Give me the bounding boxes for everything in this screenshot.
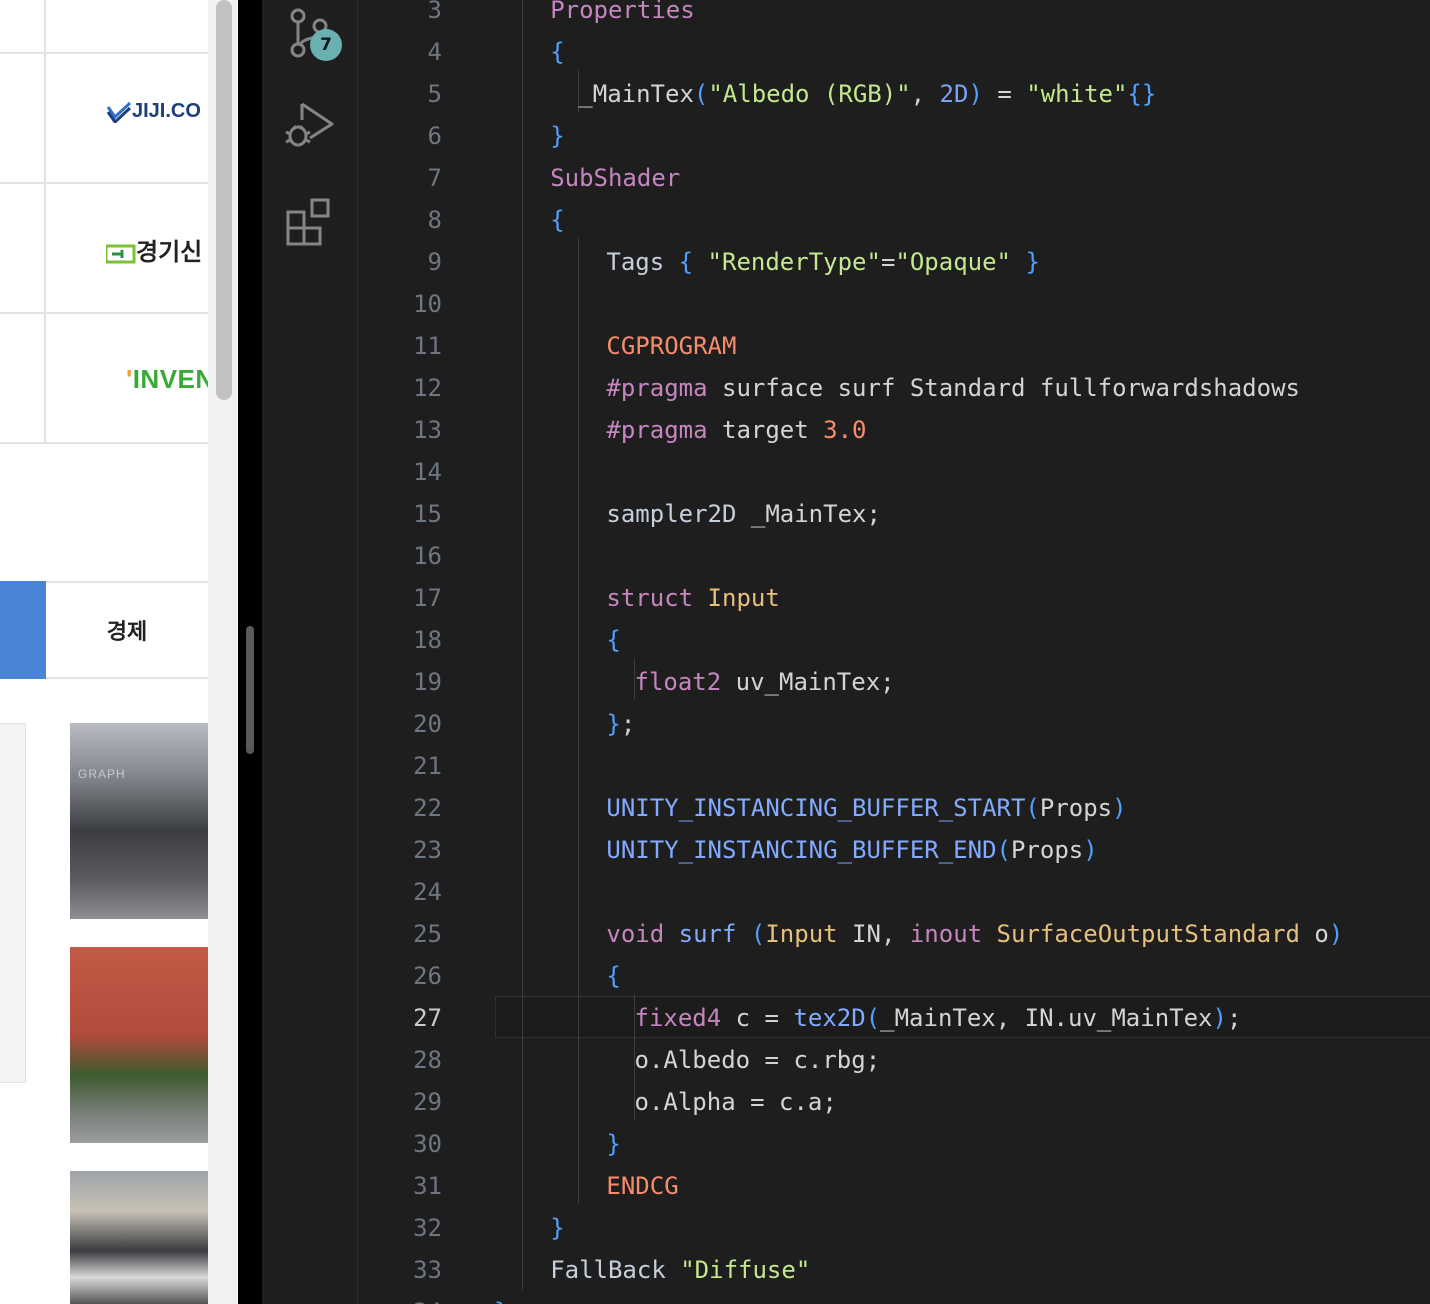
- divider: [0, 312, 208, 314]
- code-line[interactable]: Properties: [550, 0, 695, 31]
- divider: [0, 442, 208, 444]
- line-number: 13: [413, 416, 442, 444]
- code-line[interactable]: o.Alpha = c.a;: [635, 1081, 837, 1123]
- code-line[interactable]: }: [606, 1123, 620, 1165]
- code-line[interactable]: _MainTex("Albedo (RGB)", 2D) = "white"{}: [578, 73, 1156, 115]
- source-control-badge: 7: [310, 29, 342, 61]
- code-line[interactable]: UNITY_INSTANCING_BUFFER_START(Props): [606, 787, 1126, 829]
- gyeonggi-logo-text: 경기신: [136, 239, 203, 266]
- category-tab-active[interactable]: [0, 581, 46, 679]
- extensions-icon[interactable]: [284, 196, 336, 248]
- line-number: 11: [413, 332, 442, 360]
- code-line[interactable]: float2 uv_MainTex;: [635, 661, 895, 703]
- code-line[interactable]: #pragma target 3.0: [606, 409, 866, 451]
- thumbnail-watermark: GRAPH: [78, 767, 126, 781]
- line-number: 18: [413, 626, 442, 654]
- divider: [0, 182, 208, 184]
- news-list-panel: [0, 723, 26, 1083]
- line-number: 20: [413, 710, 442, 738]
- jiji-logo-link[interactable]: JIJI.CO: [106, 100, 208, 123]
- line-number: 16: [413, 542, 442, 570]
- run-debug-icon[interactable]: [284, 98, 336, 150]
- line-number: 14: [413, 458, 442, 486]
- code-line[interactable]: {: [550, 199, 564, 241]
- line-number: 17: [413, 584, 442, 612]
- code-line[interactable]: struct Input: [606, 577, 779, 619]
- line-number: 5: [427, 80, 442, 108]
- line-number: 10: [413, 290, 442, 318]
- code-line[interactable]: }: [494, 1291, 508, 1304]
- line-number: 25: [413, 920, 442, 948]
- divider: [44, 0, 46, 444]
- line-number: 8: [427, 206, 442, 234]
- news-thumbnail[interactable]: GRAPH: [70, 723, 208, 919]
- line-number: 33: [413, 1256, 442, 1284]
- line-number: 15: [413, 500, 442, 528]
- code-line[interactable]: SubShader: [550, 157, 680, 199]
- activity-bar: [262, 0, 358, 1304]
- line-number: 24: [413, 878, 442, 906]
- line-number: 3: [427, 0, 442, 24]
- jiji-logo-text: JIJI.CO: [132, 100, 201, 122]
- line-number: 12: [413, 374, 442, 402]
- code-line[interactable]: CGPROGRAM: [606, 325, 736, 367]
- line-number: 19: [413, 668, 442, 696]
- code-line[interactable]: {: [606, 619, 620, 661]
- code-editor[interactable]: 3 4 5 6 7 8 9 10 11 12 13 14 15 16 17 18 19 20 21 22 23 24 25 2…: [358, 0, 1430, 1304]
- category-tab-economy[interactable]: 경제: [46, 581, 208, 679]
- line-number: 26: [413, 962, 442, 990]
- code-line[interactable]: {: [606, 955, 620, 997]
- code-line[interactable]: fixed4 c = tex2D(_MainTex, IN.uv_MainTex…: [635, 997, 1242, 1039]
- browser-pane: JIJI.CO 경기신 'INVEN 경제 GRAPH: [0, 0, 238, 1304]
- line-number: 27: [413, 1004, 442, 1032]
- line-number: 7: [427, 164, 442, 192]
- line-number: 29: [413, 1088, 442, 1116]
- line-number: 32: [413, 1214, 442, 1242]
- browser-scrollbar-thumb[interactable]: [216, 0, 232, 400]
- line-number: 28: [413, 1046, 442, 1074]
- line-number: 34: [358, 1291, 442, 1304]
- line-number: 31: [413, 1172, 442, 1200]
- gyeonggi-logo-link[interactable]: 경기신: [106, 232, 208, 267]
- code-line[interactable]: FallBack "Diffuse": [550, 1249, 810, 1291]
- line-number: 4: [427, 38, 442, 66]
- code-line[interactable]: }: [550, 1207, 564, 1249]
- code-line[interactable]: UNITY_INSTANCING_BUFFER_END(Props): [606, 829, 1097, 871]
- indent-guide: [578, 238, 579, 1204]
- divider: [0, 52, 208, 54]
- inven-logo-dot-icon: ': [126, 364, 133, 394]
- code-line[interactable]: void surf (Input IN, inout SurfaceOutput…: [606, 913, 1343, 955]
- line-number: 30: [413, 1130, 442, 1158]
- jiji-logo-icon: [106, 101, 132, 123]
- news-thumbnail[interactable]: [70, 947, 208, 1143]
- inven-logo-text: INVEN: [132, 364, 215, 394]
- splitter-handle[interactable]: [246, 626, 254, 754]
- code-line[interactable]: Tags { "RenderType"="Opaque" }: [606, 241, 1040, 283]
- code-line[interactable]: sampler2D _MainTex;: [606, 493, 881, 535]
- line-number: 22: [413, 794, 442, 822]
- indent-guide: [522, 0, 523, 1290]
- code-line[interactable]: {: [550, 31, 564, 73]
- line-number: 23: [413, 836, 442, 864]
- code-line[interactable]: ENDCG: [606, 1165, 678, 1207]
- line-number: 21: [413, 752, 442, 780]
- code-line[interactable]: #pragma surface surf Standard fullforwar…: [606, 367, 1300, 409]
- line-number: 9: [427, 248, 442, 276]
- code-line[interactable]: };: [606, 703, 635, 745]
- code-line[interactable]: }: [550, 115, 564, 157]
- code-line[interactable]: o.Albedo = c.rbg;: [635, 1039, 881, 1081]
- news-thumbnail[interactable]: [70, 1171, 208, 1304]
- line-number: 6: [427, 122, 442, 150]
- gyeonggi-logo-icon: [106, 244, 136, 264]
